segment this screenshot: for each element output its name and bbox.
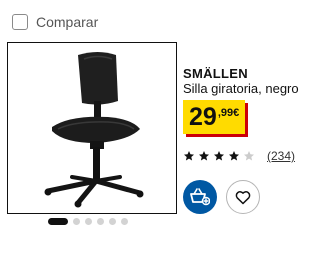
add-to-cart-button[interactable] (183, 180, 217, 214)
carousel-dot-6[interactable] (121, 217, 128, 225)
favorite-button[interactable] (226, 180, 260, 214)
compare-checkbox[interactable] (12, 14, 28, 30)
price-decimal: ,99 (217, 107, 234, 119)
product-image[interactable] (7, 42, 177, 214)
carousel-dot-5[interactable] (109, 217, 116, 225)
carousel-indicator (48, 217, 128, 225)
rating-stars (183, 150, 255, 162)
compare-label: Comparar (36, 14, 99, 30)
product-description: Silla giratoria, negro (183, 81, 299, 96)
office-chair-image (44, 52, 144, 208)
product-rating[interactable]: (234) (183, 149, 295, 163)
star-icon (184, 151, 194, 161)
heart-icon (235, 190, 251, 204)
price-integer: 29 (189, 103, 217, 131)
product-name[interactable]: SMÄLLEN (183, 66, 248, 81)
carousel-dot-1[interactable] (48, 217, 68, 225)
carousel-dot-2[interactable] (73, 217, 80, 225)
star-icon (214, 151, 224, 161)
price-tag: 29 ,99 € (183, 100, 246, 134)
star-icon (244, 151, 254, 161)
compare-control[interactable]: Comparar (12, 12, 98, 32)
carousel-dot-4[interactable] (97, 217, 104, 225)
star-icon (229, 151, 239, 161)
carousel-dot-3[interactable] (85, 217, 92, 225)
star-icon (199, 151, 209, 161)
review-count[interactable]: (234) (267, 149, 295, 163)
price-currency: € (233, 107, 240, 119)
add-to-cart-icon (190, 188, 210, 206)
